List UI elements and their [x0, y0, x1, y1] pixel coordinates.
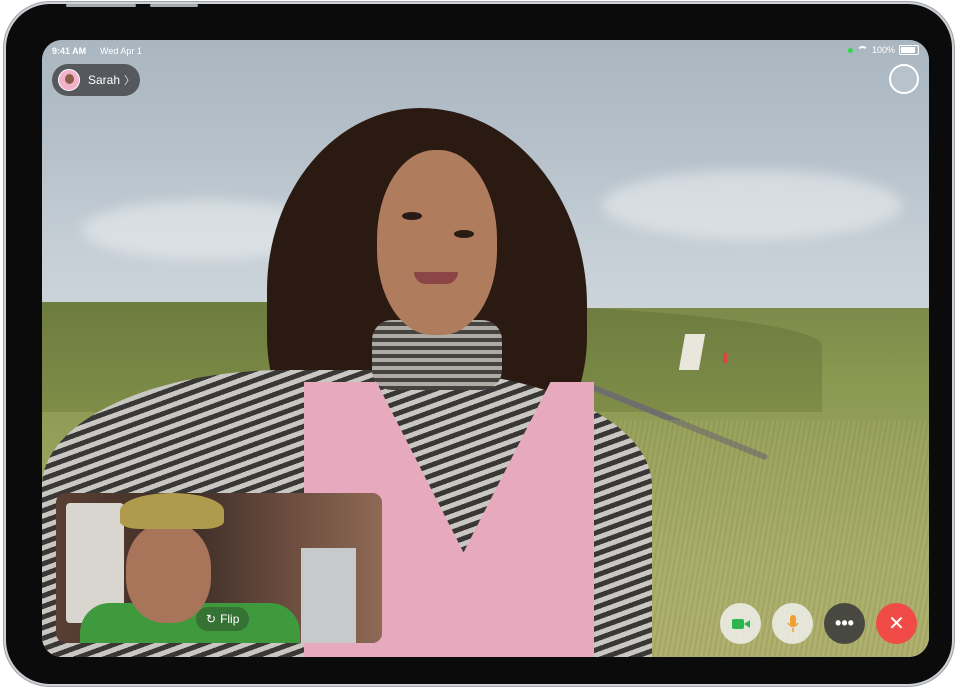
camera-icon — [731, 618, 750, 629]
eye — [402, 212, 422, 220]
facetime-screen: 9:41 AM Wed Apr 1 100% Sarah 〉 ↻ Flip ••… — [42, 40, 929, 657]
volume-button — [66, 4, 136, 7]
chevron-right-icon: 〉 — [124, 75, 136, 87]
status-indicators: 100% — [847, 45, 919, 55]
end-call-icon: ✕ — [888, 613, 905, 635]
mouth — [414, 272, 458, 284]
caller-name-button[interactable]: Sarah 〉 — [52, 64, 140, 96]
eye — [454, 230, 474, 238]
flip-camera-icon: ↻ — [206, 612, 217, 626]
avatar — [58, 69, 80, 91]
camera-in-use-indicator — [847, 47, 853, 53]
flip-camera-button[interactable]: ↻ Flip — [196, 607, 250, 631]
more-options-button[interactable]: ••• — [824, 603, 865, 644]
battery-percent: 100% — [871, 45, 895, 55]
cloud — [602, 170, 902, 240]
status-bar: 9:41 AM Wed Apr 1 100% — [42, 40, 929, 62]
mute-button[interactable] — [772, 603, 813, 644]
lighthouse — [723, 353, 727, 363]
remote-person-face — [377, 150, 497, 335]
battery-icon — [899, 45, 919, 55]
more-icon: ••• — [835, 613, 854, 633]
self-view-face — [126, 523, 211, 623]
self-view-cap — [120, 493, 224, 529]
camera-toggle-button[interactable] — [720, 603, 761, 644]
volume-button — [150, 4, 198, 7]
avatar-face — [65, 74, 74, 84]
self-view-window — [301, 548, 356, 643]
microphone-icon — [786, 614, 799, 632]
capture-photo-button[interactable] — [889, 64, 919, 94]
caller-name: Sarah — [88, 73, 121, 87]
battery-fill — [901, 47, 915, 53]
end-call-button[interactable]: ✕ — [876, 603, 917, 644]
status-date: Wed Apr 1 — [100, 46, 142, 56]
self-view-tile[interactable]: ↻ Flip — [56, 493, 382, 643]
call-controls: ••• ✕ — [720, 603, 917, 644]
wifi-icon — [856, 46, 868, 54]
status-time: 9:41 AM — [52, 46, 87, 56]
flip-label: Flip — [220, 612, 240, 626]
ipad-frame: 9:41 AM Wed Apr 1 100% Sarah 〉 ↻ Flip ••… — [6, 4, 952, 684]
